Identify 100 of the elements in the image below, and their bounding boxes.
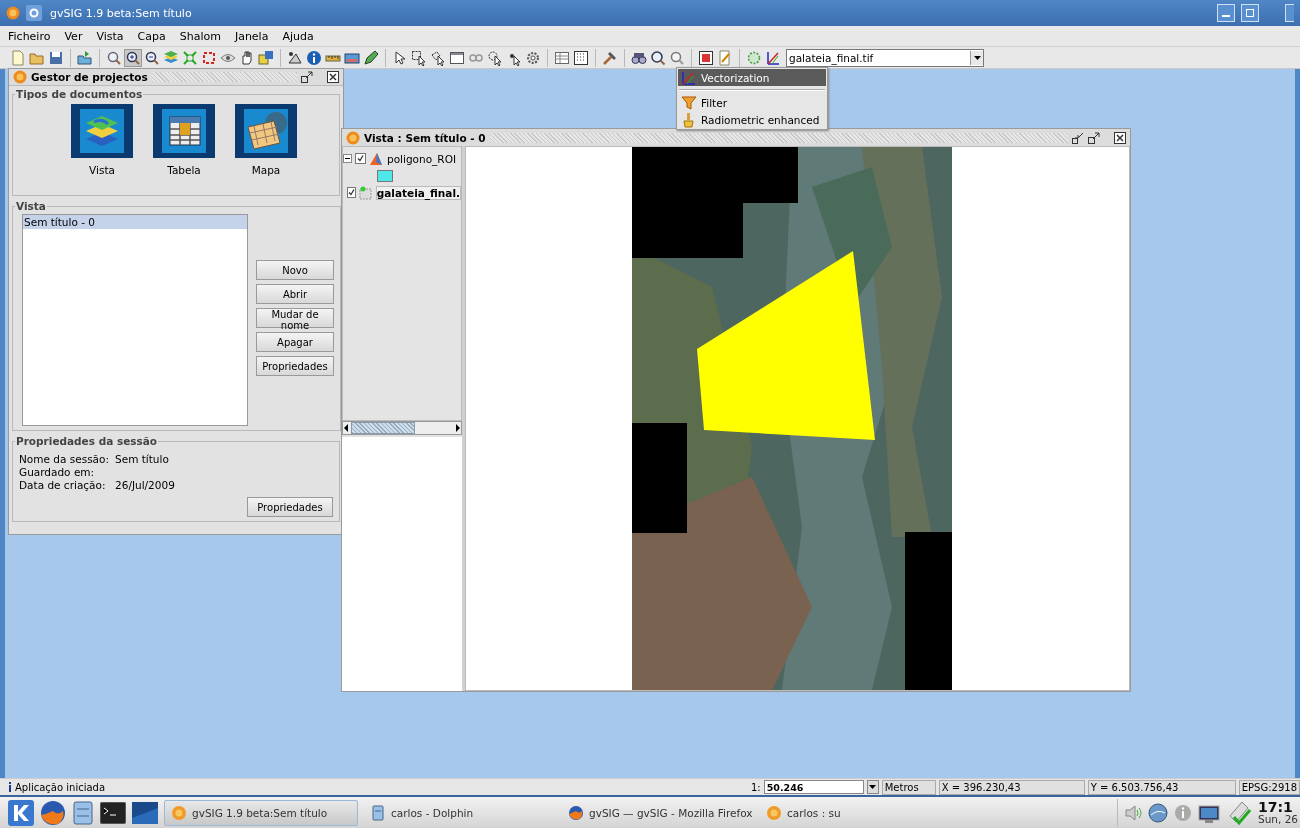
expander-icon[interactable] [343,154,352,163]
hand-icon[interactable] [239,49,255,66]
frame-icon[interactable] [698,49,714,66]
gvsig-app-icon [171,804,187,821]
raster-gear-icon[interactable] [746,49,762,66]
network-globe-icon[interactable] [1148,802,1168,823]
browser-globe-icon[interactable] [40,799,66,826]
locator-icon[interactable] [258,49,274,66]
taskbar-button[interactable]: gvSIG — gvSIG - Mozilla Firefox [562,800,754,825]
group-title: Tipos de documentos [15,88,144,100]
select-rectangle-icon[interactable] [411,49,427,66]
menu-item[interactable]: Vectorization [678,69,826,86]
layer-name[interactable]: poligono_ROI [386,151,457,166]
zoom-out-icon[interactable] [144,49,160,66]
window-menu-icon[interactable] [26,5,42,21]
field-value: 26/Jul/2009 [115,479,176,491]
menu-item[interactable]: Ver [64,29,83,43]
panel-title: Gestor de projectos [31,71,148,83]
menu-item[interactable]: Capa [137,29,166,43]
layer-name[interactable]: galateia_final. [375,185,461,200]
document-type-label: Vista [89,164,115,176]
restore-icon[interactable] [301,71,313,83]
menu-item[interactable]: Filter [678,94,826,111]
menu-item[interactable]: Ajuda [282,29,314,43]
select-circle-icon[interactable] [487,49,503,66]
minimize-icon[interactable] [1072,131,1084,144]
taskbar-button[interactable]: gvSIG 1.9 beta:Sem título [164,799,358,826]
x-coordinate: X = 396.230,43 [938,779,1085,795]
status-message: Aplicação iniciada [15,781,106,793]
files-app-icon [370,804,386,821]
properties-button[interactable]: Propriedades [247,497,333,517]
field-value: Sem título [115,453,170,465]
grid-icon[interactable] [573,49,589,66]
y-coordinate: Y = 6.503.756,43 [1087,779,1236,795]
folder-arrow-icon[interactable] [77,49,93,66]
measure-icon[interactable] [287,49,303,66]
gear-icon[interactable] [525,49,541,66]
info-icon [8,782,12,792]
brush-icon [681,111,697,128]
browser-app-icon [568,804,584,821]
taskbar-button[interactable]: carlos - Dolphin [364,800,556,825]
extent-frame-icon[interactable] [201,49,217,66]
field-label: Guardado em: [19,466,96,478]
filter-icon [681,94,697,111]
scale-field[interactable]: 50.246 [763,780,864,794]
table-icon[interactable] [554,49,570,66]
menu-item[interactable]: Janela [234,29,269,43]
restore-icon[interactable] [1088,131,1100,144]
k-menu-icon[interactable] [8,799,34,826]
action-button[interactable]: Propriedades [256,356,334,376]
field-label: Nome da sessão: [19,453,109,465]
action-button[interactable]: Abrir [256,284,334,304]
checkbox[interactable] [355,153,366,164]
magnifier-icon[interactable] [106,49,122,66]
pen-icon[interactable] [363,49,379,66]
select-polygon-icon[interactable] [430,49,446,66]
maximize-icon[interactable] [1246,9,1254,17]
terminal-icon[interactable] [100,801,126,824]
window-icon[interactable] [449,49,465,66]
vector-axes-icon[interactable] [765,49,781,66]
map-document-button[interactable] [235,104,297,158]
action-button[interactable]: Mudar de nome [256,308,334,328]
gvsig-logo-icon [346,130,360,145]
list-item[interactable]: Sem título - 0 [23,215,247,229]
document-type-label: Tabela [167,164,201,176]
zoom-in-icon[interactable] [125,49,141,66]
horizontal-scrollbar[interactable] [342,421,462,435]
window-title: Vista : Sem título - 0 [364,131,486,144]
view-document-button[interactable] [71,104,133,158]
file-cabinet-icon[interactable] [72,800,94,825]
close-icon[interactable] [1114,131,1126,144]
tools-icon[interactable] [602,49,618,66]
search-icon[interactable] [650,49,666,66]
units-field: Metros [881,779,936,795]
raster-layer-icon [358,185,373,200]
zoom-back-icon[interactable] [669,49,685,66]
layer-dropdown[interactable]: galateia_final.tif [786,48,984,67]
scale-dropdown-button[interactable] [866,780,879,794]
vector-layer-icon [369,151,383,166]
dropdown-arrow-icon [869,785,877,789]
vector-icon [681,69,697,86]
group-title: Vista [15,200,47,212]
close-icon[interactable] [327,71,339,83]
action-button[interactable]: Novo [256,260,334,280]
menu-item[interactable]: Shalom [179,29,221,43]
dropdown-arrow-icon [973,55,981,60]
scroll-right-icon [455,424,461,432]
pointer-icon[interactable] [392,49,408,66]
checkbox[interactable] [346,187,356,198]
menu-item[interactable]: Radiometric enhanced [678,111,826,128]
table-document-button[interactable] [153,104,215,158]
menu-item[interactable]: Ficheiro [8,29,51,43]
taskbar-button[interactable]: carlos : su [760,800,952,825]
clock-time: 17:1 [1258,800,1293,815]
menu-item[interactable]: Vista [96,29,124,43]
desktop-icon[interactable] [132,801,158,824]
document-type-label: Mapa [251,164,281,176]
action-button[interactable]: Apagar [256,332,334,352]
gvsig-app-icon [766,804,782,821]
info-icon[interactable] [306,49,322,66]
